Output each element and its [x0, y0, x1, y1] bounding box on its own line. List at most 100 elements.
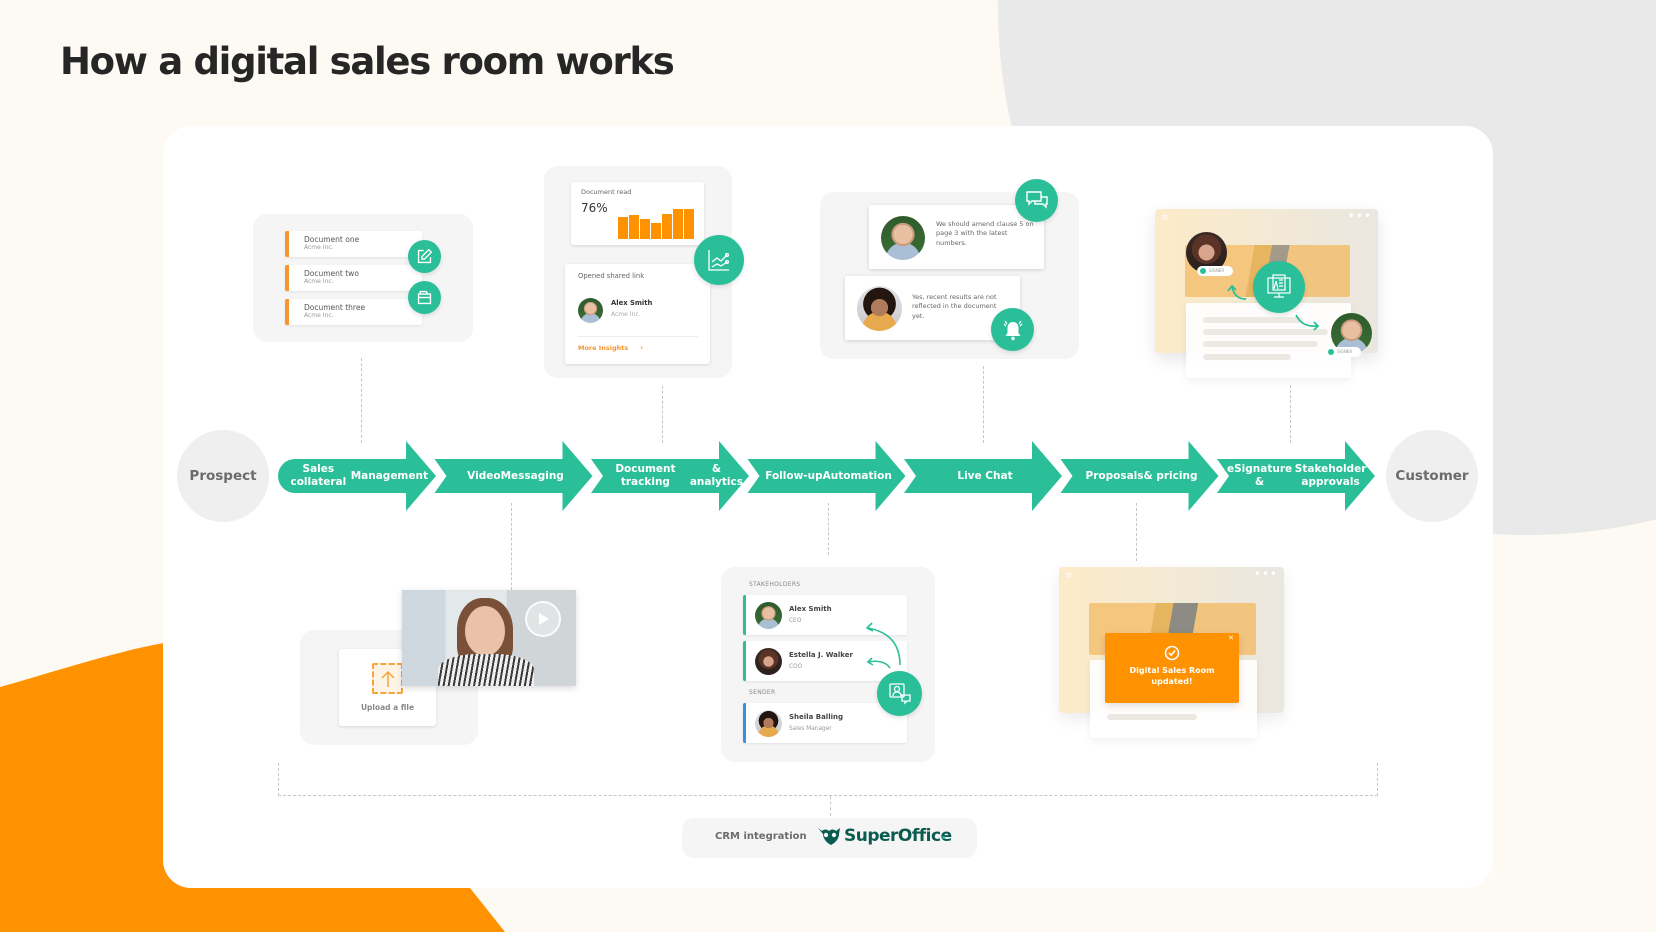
- more-insights-link[interactable]: More Insights: [578, 344, 628, 352]
- chat-icon-button[interactable]: [1015, 179, 1058, 222]
- document-title: Document three: [304, 303, 366, 312]
- crm-integration-bar: CRM integration SuperOffice .: [682, 818, 977, 858]
- avatar: [755, 602, 782, 629]
- flow-stage-line: Automation: [822, 469, 892, 482]
- divider: [578, 336, 698, 337]
- play-button[interactable]: [525, 601, 561, 637]
- stakeholder-role: CEO: [789, 618, 802, 624]
- avatar: [755, 648, 782, 675]
- chat-bubbles-icon: [1025, 190, 1048, 209]
- video-thumbnail[interactable]: [402, 590, 576, 686]
- flow-start-label: Prospect: [189, 468, 257, 484]
- flow-stage-line: Video: [467, 469, 501, 482]
- update-notification: ✕ Digital Sales Room updated!: [1105, 633, 1239, 703]
- notification-text: Digital Sales Room updated!: [1129, 666, 1215, 686]
- esign-icon-button[interactable]: [1253, 261, 1305, 313]
- superoffice-logo-icon: [818, 828, 840, 845]
- window-dots-icon: •••: [1253, 567, 1278, 581]
- flow-stage-line: Messaging: [500, 469, 564, 482]
- flow-stage-line: Proposals: [1085, 469, 1144, 482]
- signer-label: SIGNER: [1209, 268, 1225, 273]
- status-dot: [1200, 268, 1206, 274]
- flow-stage-label: Proposals & pricing: [1071, 441, 1213, 511]
- text-line: [1203, 341, 1318, 347]
- play-icon: [539, 613, 549, 625]
- sender-role: Sales Manager: [789, 726, 832, 732]
- hamburger-icon: ≡: [1065, 571, 1073, 581]
- close-icon[interactable]: ✕: [1228, 634, 1234, 642]
- document-read-card: Document read 76%: [571, 182, 704, 245]
- bell-icon-button[interactable]: [991, 308, 1034, 351]
- flow-start-prospect: Prospect: [177, 430, 269, 522]
- chat-message-text: We should amend clause 5 on page 3 with …: [936, 220, 1034, 247]
- read-bar: [640, 219, 650, 239]
- connector-line: [662, 386, 663, 443]
- flow-end-customer: Customer: [1386, 430, 1478, 522]
- contact-company: Acme Inc.: [611, 311, 641, 318]
- document-monitor-icon: [1267, 274, 1291, 298]
- read-bar: [673, 209, 683, 239]
- flow-stage-line: Sales collateral: [290, 463, 347, 488]
- followup-arrows: [865, 622, 901, 669]
- avatar: [857, 286, 902, 331]
- crm-brand-dot: .: [941, 827, 947, 843]
- contact-chat-icon-button[interactable]: [877, 671, 922, 716]
- flow-stage-line: Stakeholder approvals: [1294, 463, 1367, 488]
- text-line: [1203, 354, 1291, 360]
- upload-label: Upload a file: [360, 703, 415, 712]
- folder-icon: [417, 290, 432, 305]
- sender-name: Sheila Balling: [789, 713, 843, 721]
- chevron-right-icon: ›: [640, 343, 644, 352]
- chat-message: We should amend clause 5 on page 3 with …: [869, 205, 1044, 269]
- crm-label: CRM integration: [715, 831, 807, 842]
- connector-line: [361, 358, 362, 443]
- document-company: Acme Inc.: [304, 244, 334, 251]
- folder-icon-button[interactable]: [408, 281, 441, 314]
- contact-name: Alex Smith: [611, 299, 653, 307]
- avatar: [578, 298, 603, 323]
- metric-value: 76%: [581, 201, 608, 215]
- flow-stage-label: Follow-up Automation: [758, 441, 900, 511]
- chat-message-text: Yes, recent results are not reflected in…: [912, 293, 997, 320]
- flow-stage-label: Video Messaging: [445, 441, 587, 511]
- avatar: [881, 216, 925, 260]
- stakeholders-label: STAKEHOLDERS: [749, 581, 801, 588]
- bell-icon: [1003, 320, 1022, 340]
- stakeholder-name: Estella J. Walker: [789, 651, 853, 659]
- signer-label: SIGNER: [1337, 349, 1353, 354]
- edit-icon: [417, 248, 433, 264]
- document-item[interactable]: Document three Acme Inc.: [285, 299, 422, 325]
- crm-connector: [830, 796, 831, 816]
- read-bar-chart: [618, 207, 698, 239]
- crm-bracket-right: [1377, 763, 1378, 796]
- person-shirt: [438, 654, 534, 686]
- stakeholder-name: Alex Smith: [789, 605, 832, 613]
- document-item[interactable]: Document one Acme Inc.: [285, 231, 422, 257]
- read-bar: [629, 215, 639, 239]
- connector-line: [828, 503, 829, 555]
- analytics-icon-button[interactable]: [694, 235, 744, 285]
- edit-icon-button[interactable]: [408, 240, 441, 273]
- signer-badge: SIGNER: [1325, 347, 1361, 357]
- shared-link-card: Opened shared link Alex Smith Acme Inc. …: [565, 264, 710, 364]
- flow-stage-line: Document tracking: [615, 463, 676, 488]
- upload-icon: [372, 663, 403, 694]
- read-bar: [684, 209, 694, 239]
- flow-stage-line: & pricing: [1143, 469, 1198, 482]
- sender-label: SENDER: [749, 689, 776, 696]
- status-dot: [1328, 349, 1334, 355]
- document-title: Document one: [304, 235, 360, 244]
- flow-stage-line: Live Chat: [957, 469, 1013, 482]
- flow-stage-line: eSignature &: [1227, 463, 1293, 488]
- text-line: [1107, 714, 1197, 720]
- document-item[interactable]: Document two Acme Inc.: [285, 265, 422, 291]
- window-dots-icon: •••: [1347, 209, 1372, 223]
- read-bar: [662, 214, 672, 239]
- analytics-chart-icon: [708, 250, 730, 271]
- shared-link-label: Opened shared link: [578, 272, 645, 280]
- connector-line: [983, 366, 984, 443]
- flow-stage-label: Sales collateral Management: [286, 441, 428, 511]
- stakeholder-role: COO: [789, 664, 803, 670]
- crm-bracket-left: [278, 763, 279, 796]
- connector-line: [1290, 385, 1291, 443]
